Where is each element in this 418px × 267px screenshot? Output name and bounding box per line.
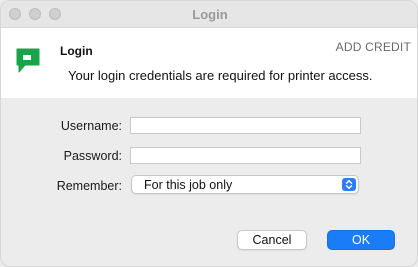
password-row: Password: [1,146,417,166]
cancel-button[interactable]: Cancel [237,230,307,250]
login-dialog: Login Login ADD CREDIT Your login creden… [0,0,418,267]
username-field[interactable] [130,117,361,134]
password-label: Password: [63,149,122,163]
ok-button[interactable]: OK [327,230,395,250]
papercut-logo-icon [16,48,40,73]
add-credit-link[interactable]: ADD CREDIT [336,40,411,54]
credentials-message: Your login credentials are required for … [68,68,373,83]
username-label: Username: [60,119,122,133]
up-down-chevron-icon [342,178,356,191]
remember-row: Remember: For this job only [1,175,417,195]
dialog-heading: Login [60,44,93,58]
window-title: Login [192,7,228,22]
remember-selected-value: For this job only [144,178,233,192]
remember-select[interactable]: For this job only [131,175,359,194]
password-field[interactable] [130,147,361,164]
dialog-header: Login ADD CREDIT Your login credentials … [1,28,417,98]
username-row: Username: [1,116,417,136]
remember-label: Remember: [56,179,122,193]
title-bar: Login [1,1,417,28]
